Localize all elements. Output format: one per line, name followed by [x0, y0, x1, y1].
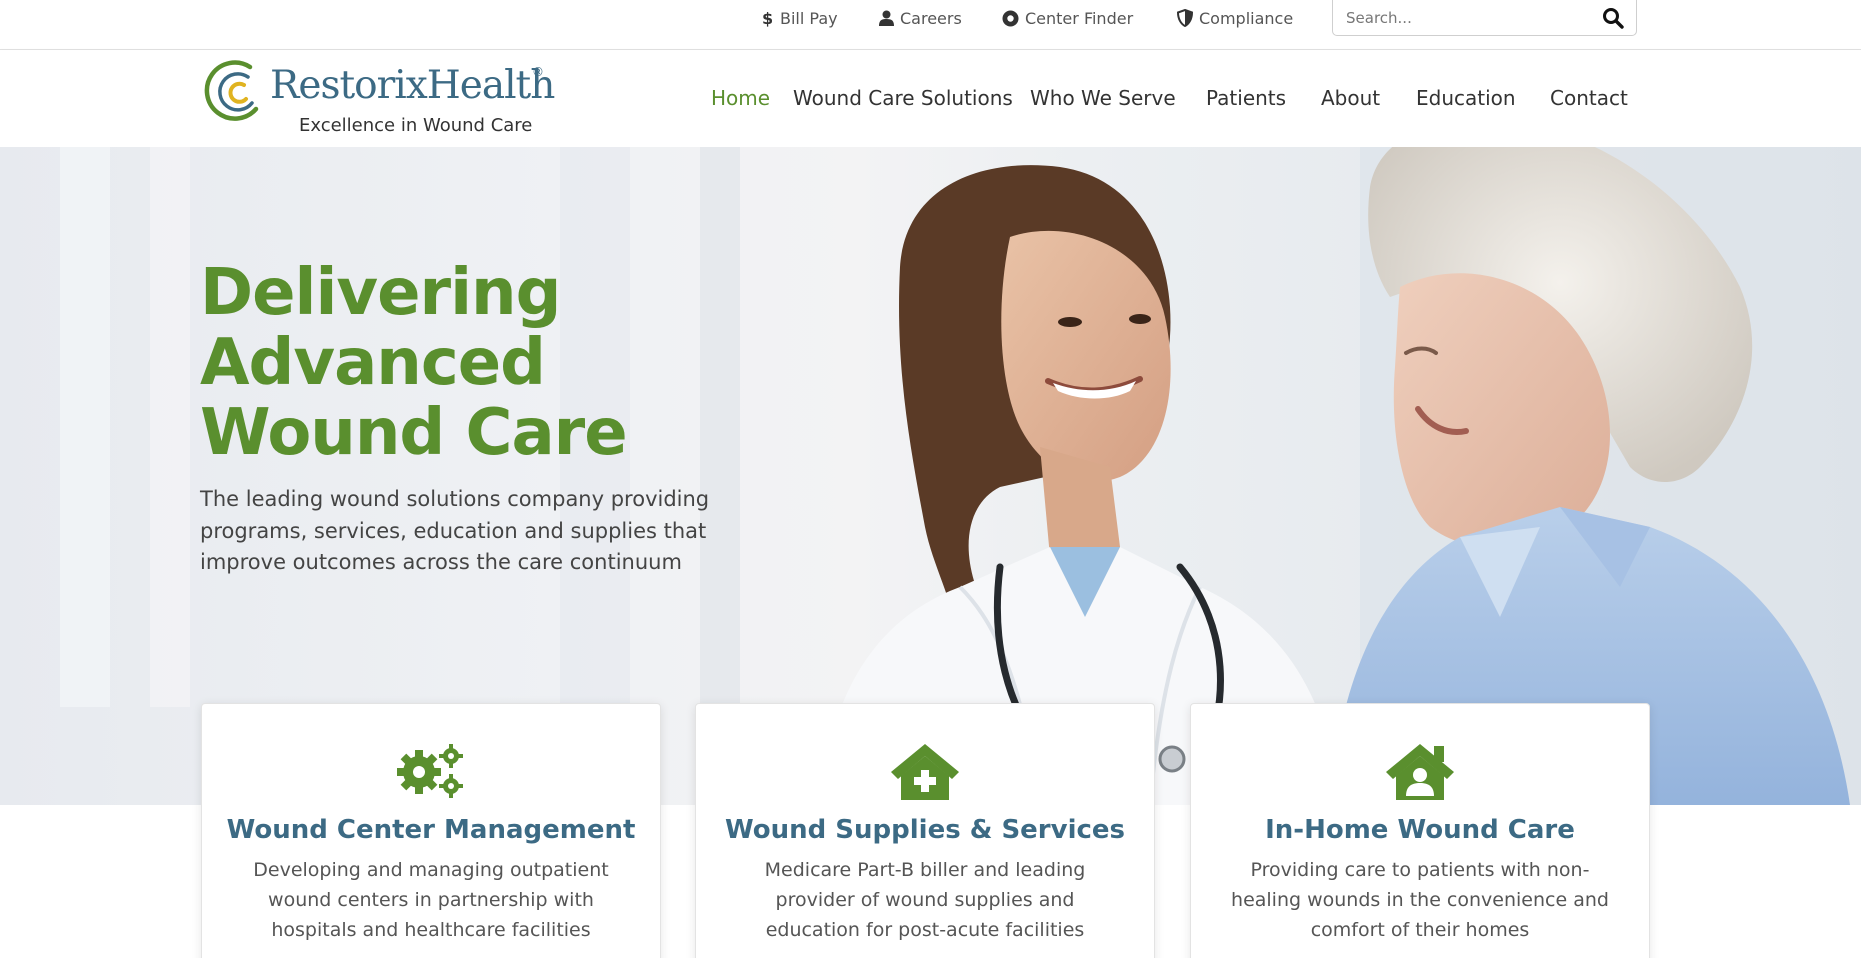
- nav-who-we-serve[interactable]: Who We Serve: [1030, 86, 1176, 110]
- shield-icon: [1177, 9, 1193, 27]
- map-pin-icon: [1002, 10, 1019, 27]
- card-title: Wound Center Management: [226, 815, 636, 845]
- dollar-icon: $: [762, 9, 774, 27]
- user-icon: [879, 10, 894, 26]
- card-text: Providing care to patients with non-heal…: [1231, 859, 1609, 941]
- nav-education[interactable]: Education: [1416, 86, 1516, 110]
- utility-bar: $ Bill Pay Careers Center Finder Complia…: [0, 0, 1861, 50]
- card-in-home-wound-care[interactable]: In-Home Wound Care Providing care to pat…: [1190, 703, 1650, 958]
- careers-label: Careers: [900, 8, 962, 28]
- site-header: RestorixHealth ® Excellence in Wound Car…: [0, 50, 1861, 147]
- logo-mark-icon: [204, 60, 259, 121]
- compliance-link[interactable]: Compliance: [1177, 7, 1293, 29]
- search-icon[interactable]: [1602, 7, 1624, 29]
- hero-subtitle: The leading wound solutions company prov…: [200, 487, 710, 574]
- card-wound-supplies-services[interactable]: Wound Supplies & Services Medicare Part-…: [695, 703, 1155, 958]
- compliance-label: Compliance: [1199, 8, 1294, 28]
- card-wound-center-management[interactable]: Wound Center Management Developing and m…: [201, 703, 661, 958]
- bill-pay-link[interactable]: $ Bill Pay: [762, 7, 838, 29]
- card-title: Wound Supplies & Services: [724, 815, 1126, 845]
- house-medical-icon: [889, 742, 961, 802]
- logo-tagline: Excellence in Wound Care: [299, 115, 533, 136]
- house-user-icon: [1384, 742, 1456, 802]
- center-finder-link[interactable]: Center Finder: [1002, 7, 1133, 29]
- card-text: Medicare Part-B biller and leading provi…: [764, 859, 1086, 941]
- card-text: Developing and managing outpatient wound…: [253, 859, 609, 941]
- search-box: [1332, 0, 1637, 36]
- logo-registered-mark: ®: [532, 65, 544, 79]
- nav-home[interactable]: Home: [711, 86, 770, 110]
- bill-pay-label: Bill Pay: [780, 8, 838, 28]
- hero-title-line: Advanced: [200, 326, 546, 400]
- careers-link[interactable]: Careers: [879, 7, 962, 29]
- logo-wordmark: RestorixHealth: [270, 63, 555, 108]
- hero-title: Delivering Advanced Wound Care: [200, 258, 760, 468]
- svg-text:$: $: [762, 9, 773, 27]
- nav-contact[interactable]: Contact: [1550, 86, 1628, 110]
- card-title: In-Home Wound Care: [1265, 815, 1575, 845]
- nav-wound-care-solutions[interactable]: Wound Care Solutions: [793, 86, 1013, 110]
- logo[interactable]: RestorixHealth ® Excellence in Wound Car…: [204, 55, 555, 141]
- center-finder-label: Center Finder: [1025, 8, 1134, 28]
- nav-patients[interactable]: Patients: [1206, 86, 1286, 110]
- hero-title-line: Delivering: [200, 256, 561, 330]
- search-input[interactable]: [1346, 7, 1586, 29]
- gears-icon: [395, 742, 467, 802]
- nav-about[interactable]: About: [1321, 86, 1380, 110]
- hero-title-line: Wound Care: [200, 396, 628, 470]
